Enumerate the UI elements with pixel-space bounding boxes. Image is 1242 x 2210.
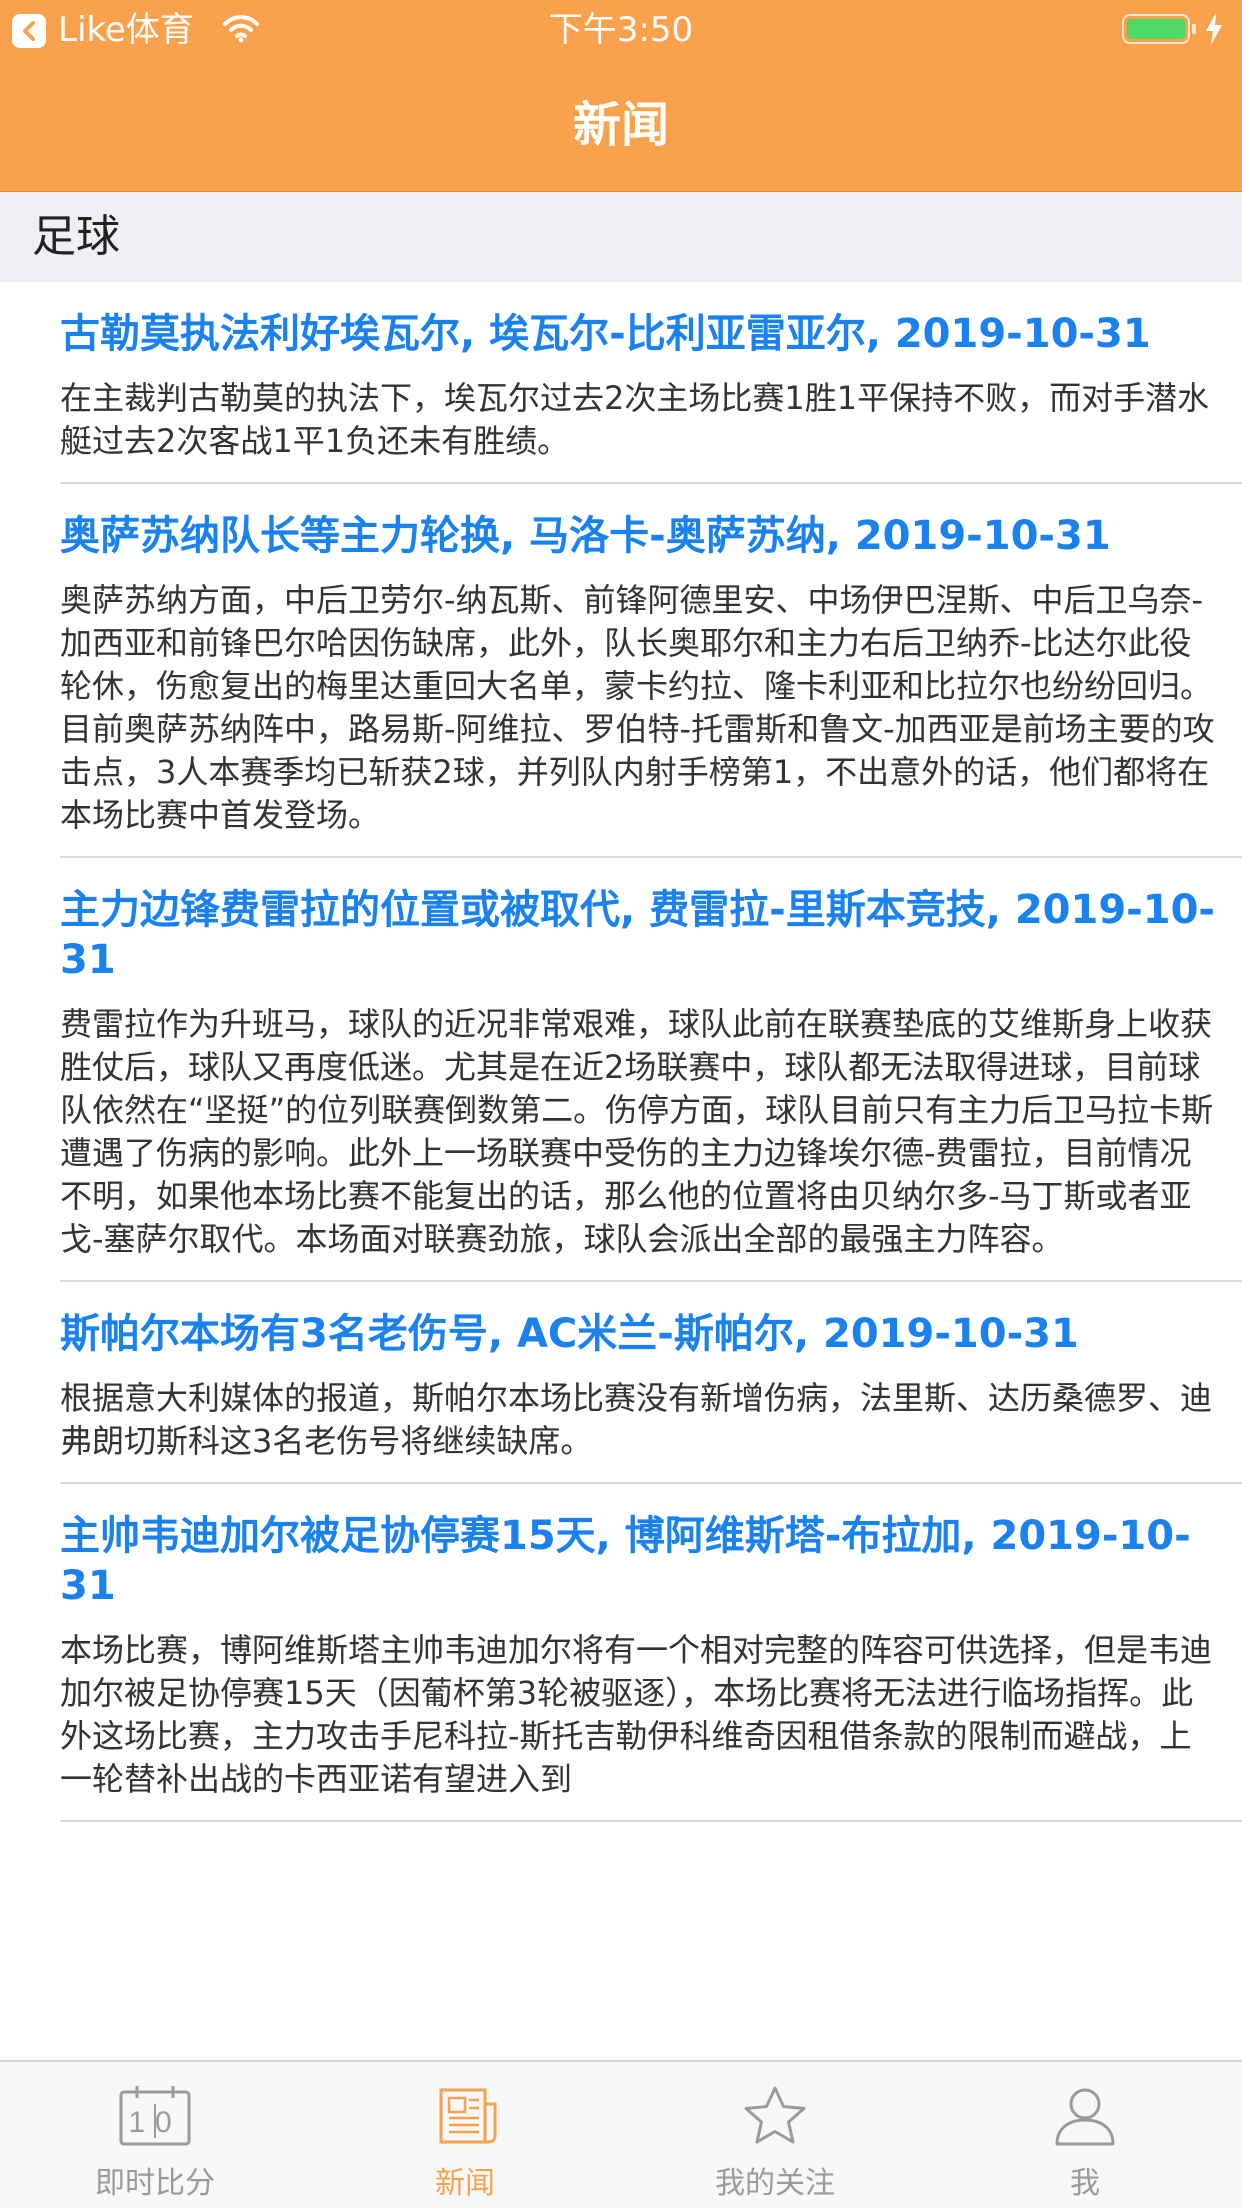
star-icon bbox=[744, 2086, 806, 2144]
nav-header: Like体育 下午3:50 新闻 bbox=[0, 0, 1242, 192]
news-item[interactable]: 奥萨苏纳队长等主力轮换, 马洛卡-奥萨苏纳, 2019-10-31 奥萨苏纳方面… bbox=[0, 484, 1242, 858]
news-title[interactable]: 主力边锋费雷拉的位置或被取代, 费雷拉-里斯本竞技, 2019-10-31 bbox=[60, 885, 1216, 985]
news-summary: 费雷拉作为升班马，球队的近况非常艰难，球队此前在联赛垫底的艾维斯身上收获胜仗后，… bbox=[60, 1005, 1214, 1258]
news-item[interactable]: 古勒莫执法利好埃瓦尔, 埃瓦尔-比利亚雷亚尔, 2019-10-31 在主裁判古… bbox=[0, 282, 1242, 484]
tab-label: 我 bbox=[1070, 2166, 1100, 2201]
news-item[interactable]: 主力边锋费雷拉的位置或被取代, 费雷拉-里斯本竞技, 2019-10-31 费雷… bbox=[0, 858, 1242, 1282]
news-summary: 本场比赛，博阿维斯塔主帅韦迪加尔将有一个相对完整的阵容可供选择，但是韦迪加尔被足… bbox=[60, 1631, 1213, 1798]
battery-fill bbox=[1127, 19, 1185, 39]
tab-live-scores[interactable]: 10 即时比分 bbox=[0, 2062, 310, 2210]
charging-icon bbox=[1206, 13, 1222, 45]
tab-bar: 10 即时比分 新闻 我的关注 我 bbox=[0, 2060, 1242, 2208]
battery-icon bbox=[1122, 14, 1190, 44]
news-list[interactable]: 古勒莫执法利好埃瓦尔, 埃瓦尔-比利亚雷亚尔, 2019-10-31 在主裁判古… bbox=[0, 282, 1242, 2060]
news-title[interactable]: 斯帕尔本场有3名老伤号, AC米兰-斯帕尔, 2019-10-31 bbox=[60, 1309, 1216, 1359]
page-title: 新闻 bbox=[572, 97, 669, 153]
newspaper-icon bbox=[439, 2088, 497, 2144]
calendar-score-icon: 10 bbox=[119, 2086, 191, 2146]
person-icon bbox=[1055, 2088, 1115, 2146]
tab-label: 新闻 bbox=[435, 2166, 495, 2201]
section-header: 足球 bbox=[0, 192, 1242, 282]
news-summary: 奥萨苏纳方面，中后卫劳尔-纳瓦斯、前锋阿德里安、中场伊巴涅斯、中后卫乌奈-加西亚… bbox=[60, 581, 1215, 834]
battery-cap bbox=[1192, 24, 1196, 34]
news-item[interactable]: 斯帕尔本场有3名老伤号, AC米兰-斯帕尔, 2019-10-31 根据意大利媒… bbox=[0, 1282, 1242, 1484]
news-title[interactable]: 主帅韦迪加尔被足协停赛15天, 博阿维斯塔-布拉加, 2019-10-31 bbox=[60, 1511, 1216, 1611]
status-bar: Like体育 下午3:50 bbox=[0, 0, 1242, 60]
tab-label: 即时比分 bbox=[95, 2166, 215, 2201]
news-title[interactable]: 奥萨苏纳队长等主力轮换, 马洛卡-奥萨苏纳, 2019-10-31 bbox=[60, 511, 1216, 561]
status-time: 下午3:50 bbox=[548, 10, 694, 50]
news-item[interactable]: 主帅韦迪加尔被足协停赛15天, 博阿维斯塔-布拉加, 2019-10-31 本场… bbox=[0, 1484, 1242, 1822]
news-summary: 根据意大利媒体的报道，斯帕尔本场比赛没有新增伤病，法里斯、达历桑德罗、迪弗朗切斯… bbox=[60, 1379, 1213, 1460]
news-summary: 在主裁判古勒莫的执法下，埃瓦尔过去2次主场比赛1胜1平保持不败，而对手潜水艇过去… bbox=[60, 379, 1210, 460]
news-title[interactable]: 古勒莫执法利好埃瓦尔, 埃瓦尔-比利亚雷亚尔, 2019-10-31 bbox=[60, 309, 1216, 359]
tab-my-follows[interactable]: 我的关注 bbox=[620, 2062, 930, 2210]
tab-news[interactable]: 新闻 bbox=[310, 2062, 620, 2210]
calendar-digits: 10 bbox=[128, 2106, 181, 2139]
tab-me[interactable]: 我 bbox=[930, 2062, 1240, 2210]
tab-label: 我的关注 bbox=[715, 2166, 835, 2201]
section-title: 足球 bbox=[32, 211, 120, 262]
